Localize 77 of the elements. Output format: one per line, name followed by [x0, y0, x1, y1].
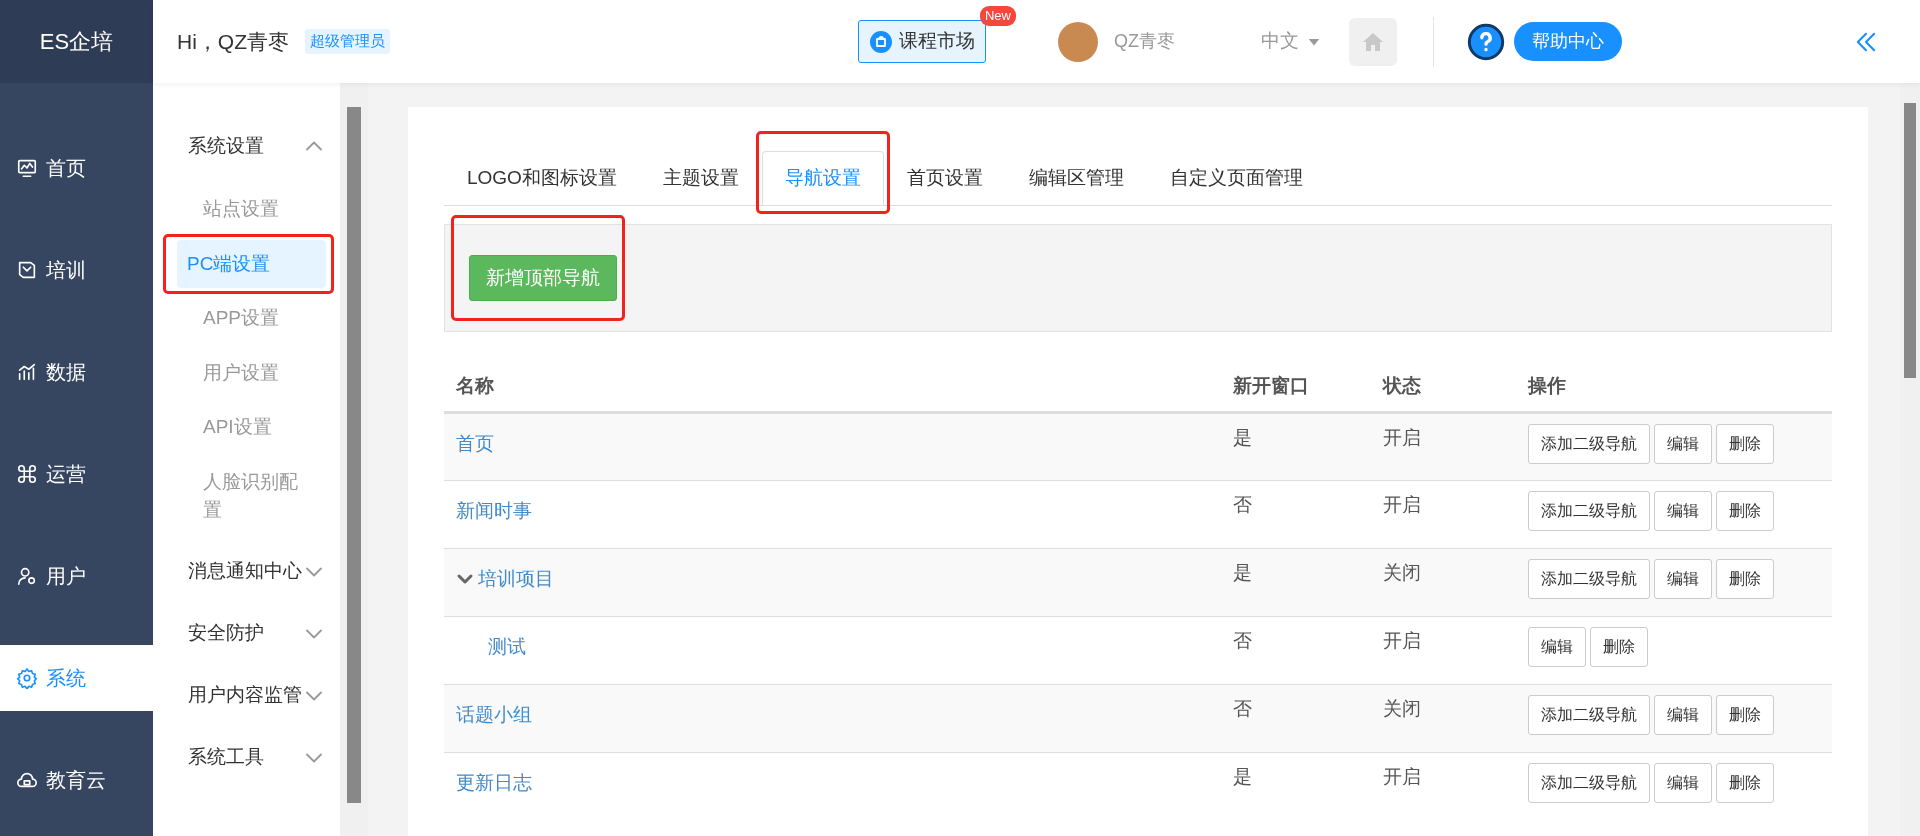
chevron-down-icon	[306, 566, 322, 577]
action-button[interactable]: 删除	[1590, 626, 1649, 667]
rail-menu-item[interactable]: 首页	[0, 135, 153, 201]
home-button[interactable]	[1349, 17, 1397, 66]
action-button[interactable]: 编辑	[1654, 762, 1713, 803]
brand-logo: ES企培	[0, 0, 153, 83]
rail-menu-item[interactable]: 教育云	[0, 747, 153, 813]
action-button[interactable]: 删除	[1716, 694, 1775, 735]
submenu-group-label: 系统工具	[188, 745, 264, 770]
help-icon[interactable]	[1466, 21, 1506, 62]
submenu-group-label: 用户内容监管	[188, 683, 302, 708]
table-cell: 是	[1233, 426, 1253, 448]
tab[interactable]: 自定义页面管理	[1146, 151, 1326, 205]
table-cell: 关闭	[1383, 561, 1422, 583]
nav-name-link[interactable]: 话题小组	[456, 694, 532, 729]
submenu-group[interactable]: 用户内容监管	[153, 664, 340, 727]
submenu-group-label: 系统设置	[188, 133, 264, 158]
nav-name-link[interactable]: 测试	[456, 626, 526, 661]
table-cell: 是	[1233, 561, 1253, 583]
submenu-group[interactable]: 安全防护	[153, 602, 340, 665]
tab[interactable]: 编辑区管理	[1005, 151, 1147, 205]
chevron-down-icon	[306, 690, 322, 701]
tab[interactable]: 首页设置	[883, 151, 1006, 205]
user-gear-icon	[16, 565, 38, 587]
table-cell: 关闭	[1383, 697, 1422, 719]
chevron-down-icon	[306, 752, 322, 763]
submenu-group[interactable]: 系统设置	[153, 83, 340, 179]
greeting-text: Hi，QZ青枣	[177, 28, 289, 55]
action-button[interactable]: 编辑	[1528, 626, 1587, 667]
tab[interactable]: 主题设置	[639, 151, 762, 205]
chevron-down-icon	[306, 628, 322, 639]
action-button[interactable]: 添加二级导航	[1528, 694, 1651, 735]
action-button[interactable]: 删除	[1716, 490, 1775, 531]
table-cell: 否	[1233, 493, 1253, 515]
avatar	[1058, 21, 1098, 62]
action-button[interactable]: 删除	[1716, 558, 1775, 599]
action-button[interactable]: 添加二级导航	[1528, 423, 1651, 464]
action-button[interactable]: 编辑	[1654, 558, 1713, 599]
submenu-group-label: 消息通知中心	[188, 559, 302, 584]
action-button[interactable]: 添加二级导航	[1528, 762, 1651, 803]
table-cell: 否	[1233, 629, 1253, 651]
action-button[interactable]: 添加二级导航	[1528, 558, 1651, 599]
new-badge: New	[980, 6, 1016, 26]
rail-menu-item[interactable]: 运营	[0, 441, 153, 507]
rail-menu-item[interactable]: 用户	[0, 543, 153, 609]
scrollbar-thumb[interactable]	[347, 107, 361, 803]
table-cell: 开启	[1383, 765, 1422, 787]
action-button[interactable]: 编辑	[1654, 490, 1713, 531]
action-button[interactable]: 删除	[1716, 762, 1775, 803]
submenu-group[interactable]: 系统工具	[153, 726, 340, 789]
nav-name-link[interactable]: 更新日志	[456, 762, 532, 797]
action-button[interactable]: 编辑	[1654, 694, 1713, 735]
rail-menu-item[interactable]: 培训	[0, 237, 153, 303]
scrollbar-thumb[interactable]	[1904, 103, 1916, 378]
monitor-chart-icon	[16, 157, 38, 179]
chevron-up-icon	[306, 141, 322, 151]
submenu-group[interactable]: 消息通知中心	[153, 540, 340, 603]
table-cell: 开启	[1383, 629, 1422, 651]
action-button[interactable]: 删除	[1716, 423, 1775, 464]
bar-chart-icon	[16, 361, 38, 383]
course-market-button[interactable]: 课程市场	[858, 20, 986, 63]
action-button[interactable]: 添加二级导航	[1528, 490, 1651, 531]
book-icon	[16, 259, 38, 281]
nav-name-link[interactable]: 新闻时事	[456, 490, 532, 525]
action-button[interactable]: 编辑	[1654, 423, 1713, 464]
rail-menu-item[interactable]: 数据	[0, 339, 153, 405]
table-cell: 开启	[1383, 493, 1422, 515]
tab[interactable]: LOGO和图标设置	[444, 151, 640, 205]
settings-icon	[16, 667, 38, 689]
submenu-group-label: 安全防护	[188, 621, 264, 646]
user-name: QZ青枣	[1114, 30, 1175, 53]
table-cell: 否	[1233, 697, 1253, 719]
table-cell: 开启	[1383, 426, 1422, 448]
table-cell: 是	[1233, 765, 1253, 787]
shopping-bag-icon	[869, 29, 893, 54]
role-badge: 超级管理员	[305, 29, 390, 54]
command-icon	[16, 463, 38, 485]
